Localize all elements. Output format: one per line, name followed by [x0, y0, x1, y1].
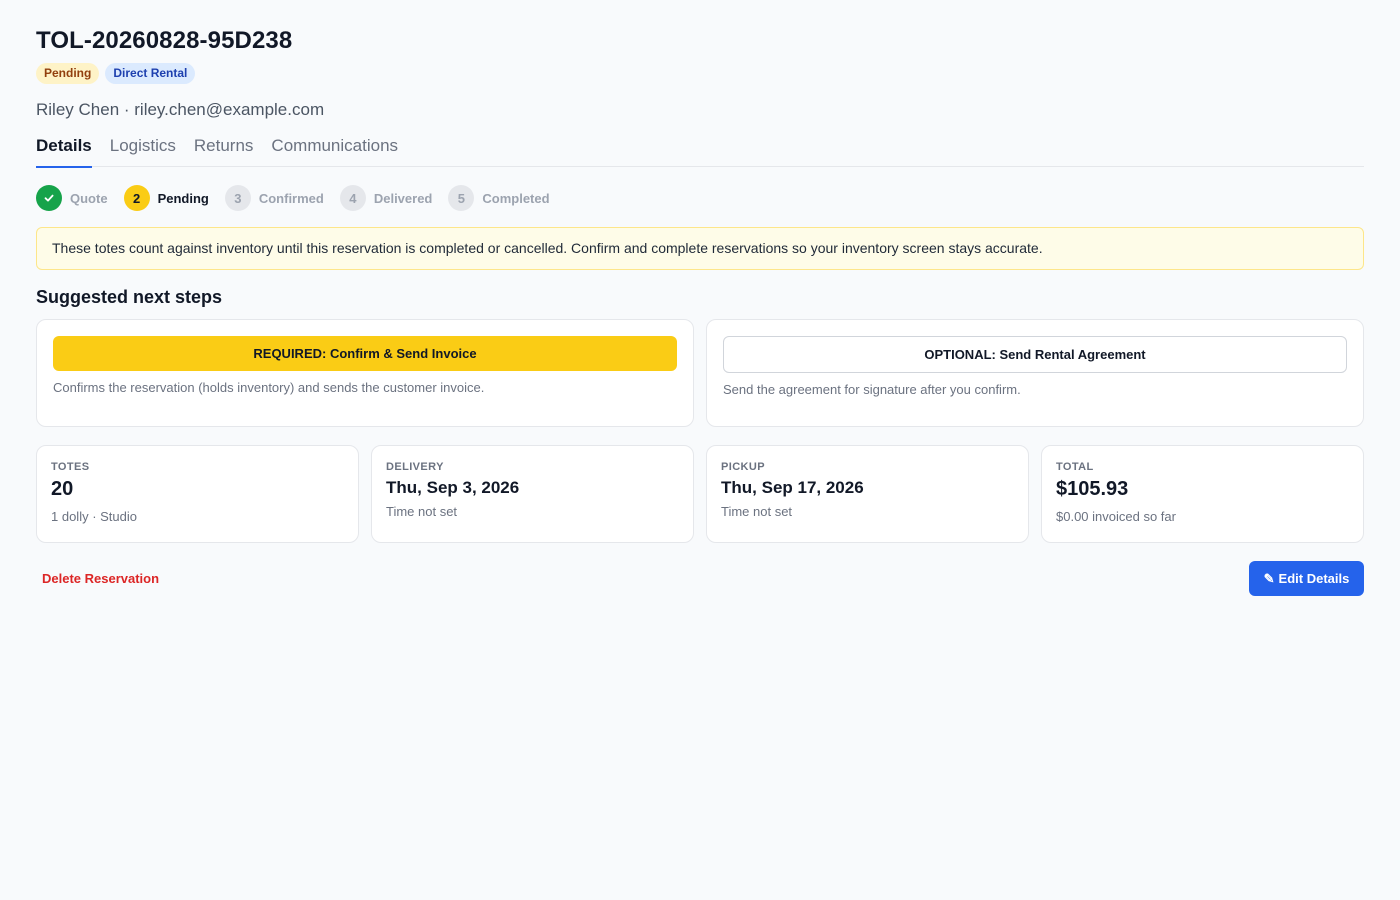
totes-card: TOTES 20 1 dolly · Studio: [36, 445, 359, 543]
delivery-time: Time not set: [386, 504, 458, 519]
delivery-card: DELIVERY Thu, Sep 3, 2026 Time not set: [371, 445, 694, 543]
next-steps-heading: Suggested next steps: [36, 287, 223, 307]
check-icon: [36, 185, 62, 211]
tab-communications[interactable]: Communications: [271, 136, 398, 167]
pencil-icon: ✎: [1263, 570, 1275, 586]
step-label: Pending: [157, 190, 209, 206]
totes-sub: 1 dolly · Studio: [51, 509, 137, 524]
step-label: Confirmed: [258, 190, 324, 206]
customer-info: Riley Chen · riley.chen@example.com: [36, 100, 325, 119]
edit-details-button[interactable]: ✎ Edit Details: [1249, 561, 1364, 596]
optional-step-card: OPTIONAL: Send Rental Agreement Send the…: [706, 319, 1364, 427]
pickup-time: Time not set: [721, 504, 793, 519]
step-delivered: 4 Delivered: [339, 185, 433, 211]
totes-value: 20: [51, 478, 74, 500]
step-pending: 2 Pending: [123, 185, 209, 211]
rental-type-badge: Direct Rental: [105, 63, 196, 84]
step-label: Quote: [70, 190, 108, 206]
stat-label: DELIVERY: [386, 461, 444, 473]
step-number: 3: [224, 185, 251, 211]
step-label: Delivered: [373, 190, 433, 206]
send-rental-agreement-button[interactable]: OPTIONAL: Send Rental Agreement: [723, 336, 1347, 373]
delivery-date: Thu, Sep 3, 2026: [386, 478, 520, 497]
pickup-date: Thu, Sep 17, 2026: [721, 478, 864, 497]
inventory-notice: These totes count against inventory unti…: [36, 227, 1364, 270]
edit-details-label: Edit Details: [1278, 571, 1350, 586]
tab-bar: Details Logistics Returns Communications: [36, 136, 1364, 168]
stat-label: TOTAL: [1056, 461, 1094, 473]
step-label: Completed: [482, 190, 550, 206]
optional-step-description: Send the agreement for signature after y…: [723, 382, 1021, 397]
delete-reservation-link[interactable]: Delete Reservation: [42, 571, 159, 586]
step-number: 5: [448, 185, 475, 211]
total-card: TOTAL $105.93 $0.00 invoiced so far: [1041, 445, 1364, 543]
step-completed: 5 Completed: [448, 185, 550, 211]
tab-returns[interactable]: Returns: [194, 136, 254, 167]
step-number: 4: [339, 185, 366, 211]
confirm-send-invoice-button[interactable]: REQUIRED: Confirm & Send Invoice: [53, 336, 677, 371]
status-stepper: Quote 2 Pending 3 Confirmed 4 Delivered …: [36, 185, 566, 211]
badge-group: Pending Direct Rental: [36, 63, 196, 84]
tab-details[interactable]: Details: [36, 136, 92, 168]
step-quote: Quote: [36, 185, 108, 211]
step-number: 2: [123, 185, 150, 211]
required-step-description: Confirms the reservation (holds inventor…: [53, 380, 485, 395]
pickup-card: PICKUP Thu, Sep 17, 2026 Time not set: [706, 445, 1029, 543]
page-title: TOL-20260828-95D238: [36, 27, 293, 54]
status-badge: Pending: [36, 63, 100, 84]
tab-logistics[interactable]: Logistics: [110, 136, 176, 167]
step-confirmed: 3 Confirmed: [224, 185, 324, 211]
total-value: $105.93: [1056, 478, 1129, 500]
required-step-card: REQUIRED: Confirm & Send Invoice Confirm…: [36, 319, 694, 427]
invoiced-sub: $0.00 invoiced so far: [1056, 509, 1176, 524]
stat-label: TOTES: [51, 461, 90, 473]
stat-label: PICKUP: [721, 461, 765, 473]
